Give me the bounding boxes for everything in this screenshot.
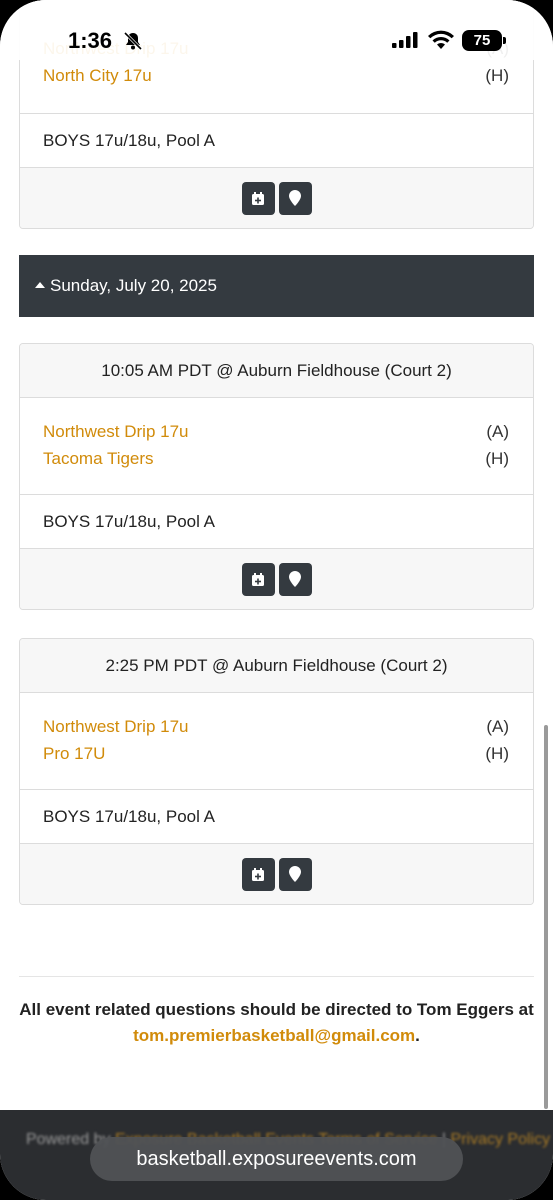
add-to-calendar-button[interactable] [241, 857, 275, 891]
footer-divider [19, 976, 534, 977]
contact-note: All event related questions should be di… [19, 997, 534, 1049]
add-to-calendar-button[interactable] [241, 562, 275, 596]
team-row[interactable]: Northwest Drip 17u (A) [43, 717, 509, 744]
teams-section: Northwest Drip 17u (A) Tacoma Tigers (H) [20, 398, 533, 495]
card-actions [20, 844, 533, 904]
game-time-location: 2:25 PM PDT @ Auburn Fieldhouse (Court 2… [20, 639, 533, 693]
game-time-location: 10:05 AM PDT @ Auburn Fieldhouse (Court … [20, 344, 533, 398]
team-side: (H) [485, 744, 509, 763]
team-name[interactable]: Northwest Drip 17u [43, 717, 189, 744]
contact-note-text: All event related questions should be di… [19, 1000, 534, 1019]
calendar-plus-icon [252, 191, 264, 205]
team-side: (A) [486, 717, 509, 736]
game-card: 2:25 PM PDT @ Auburn Fieldhouse (Court 2… [19, 638, 534, 905]
privacy-link[interactable]: Privacy Policy [451, 1131, 551, 1148]
calendar-plus-icon [252, 867, 264, 881]
team-row[interactable]: Northwest Drip 17u (A) [43, 422, 509, 449]
map-marker-icon [289, 190, 301, 206]
caret-up-icon [35, 281, 45, 288]
map-marker-icon [289, 866, 301, 882]
team-name[interactable]: North City 17u [43, 66, 152, 93]
contact-note-end: . [415, 1026, 420, 1045]
contact-email-link[interactable]: tom.premierbasketball@gmail.com [133, 1026, 415, 1045]
team-side: (H) [485, 66, 509, 85]
map-location-button[interactable] [278, 181, 312, 215]
date-label: Sunday, July 20, 2025 [50, 276, 217, 295]
battery-indicator: 75 [462, 30, 502, 51]
scrollbar[interactable] [544, 725, 548, 1109]
add-to-calendar-button[interactable] [241, 181, 275, 215]
address-bar[interactable]: basketball.exposureevents.com [90, 1137, 463, 1181]
team-row[interactable]: North City 17u (H) [43, 66, 509, 93]
date-header-toggle[interactable]: Sunday, July 20, 2025 [19, 255, 534, 317]
card-actions [20, 549, 533, 609]
map-marker-icon [289, 571, 301, 587]
team-row[interactable]: Tacoma Tigers (H) [43, 449, 509, 476]
team-name[interactable]: Pro 17U [43, 744, 105, 771]
cellular-signal-icon [392, 32, 418, 48]
team-row[interactable]: Pro 17U (H) [43, 744, 509, 771]
division-label: BOYS 17u/18u, Pool A [20, 114, 533, 168]
team-name[interactable]: Northwest Drip 17u [43, 422, 189, 449]
wifi-icon [428, 30, 454, 49]
battery-nub [503, 37, 506, 44]
status-bar: 1:36 75 [0, 0, 553, 60]
team-side: (A) [486, 422, 509, 441]
status-time: 1:36 [68, 28, 113, 53]
team-name[interactable]: Tacoma Tigers [43, 449, 154, 476]
card-actions [20, 168, 533, 228]
phone-screen: Northwest Drip 17u (A) North City 17u (H… [0, 0, 553, 1200]
map-location-button[interactable] [278, 562, 312, 596]
team-side: (H) [485, 449, 509, 468]
division-label: BOYS 17u/18u, Pool A [20, 495, 533, 549]
bell-slash-icon [123, 31, 143, 51]
map-location-button[interactable] [278, 857, 312, 891]
division-label: BOYS 17u/18u, Pool A [20, 790, 533, 844]
calendar-plus-icon [252, 572, 264, 586]
teams-section: Northwest Drip 17u (A) Pro 17U (H) [20, 693, 533, 790]
game-card: 10:05 AM PDT @ Auburn Fieldhouse (Court … [19, 343, 534, 610]
